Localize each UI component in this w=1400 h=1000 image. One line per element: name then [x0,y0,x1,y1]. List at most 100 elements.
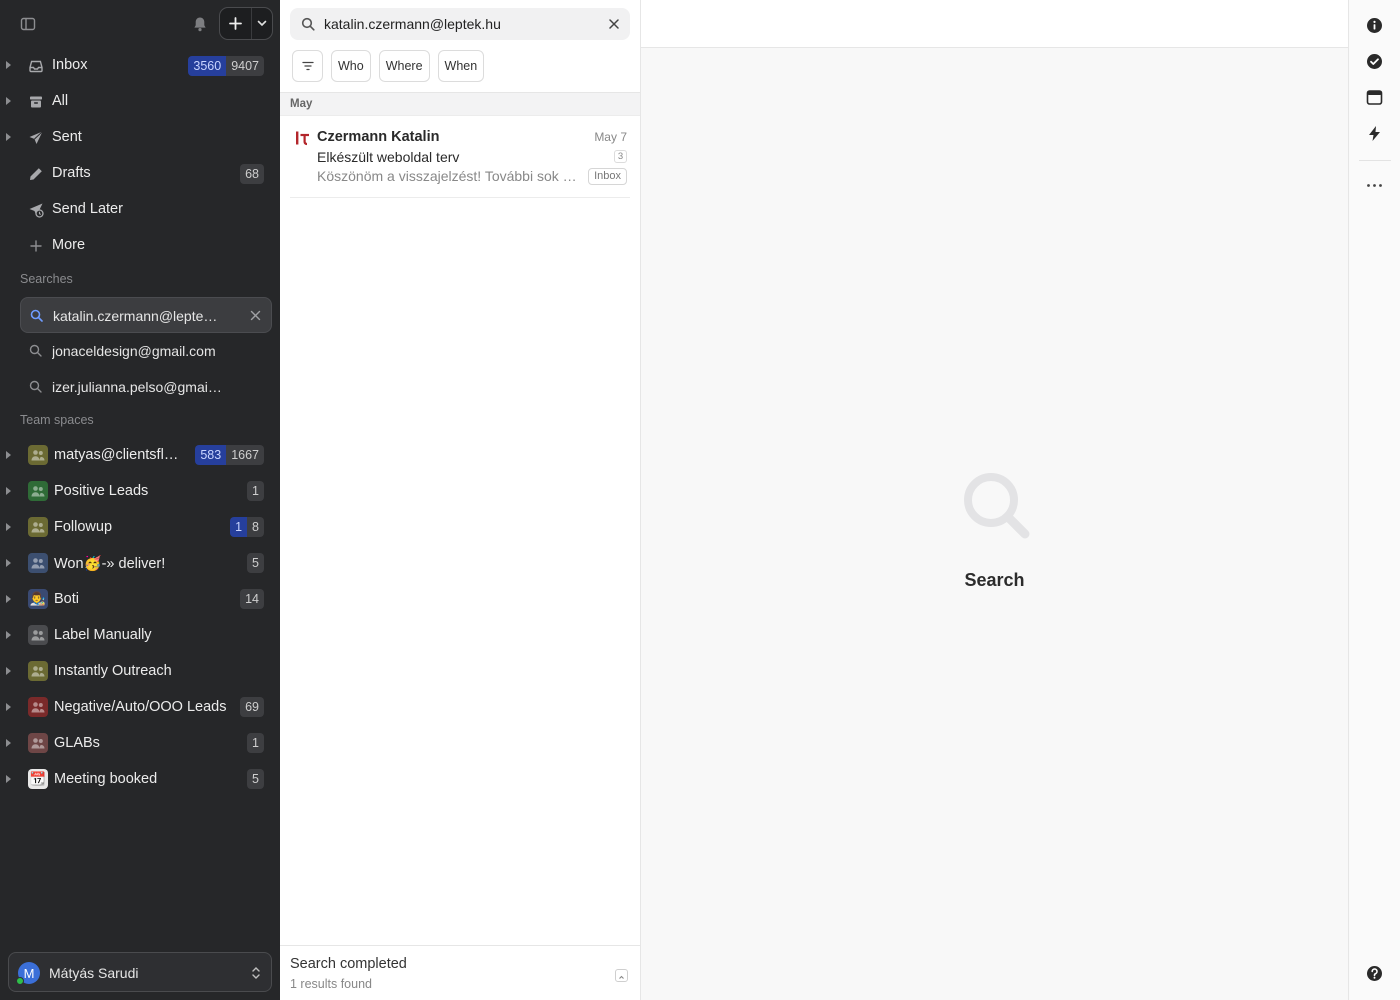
search-icon [29,344,42,357]
rail-divider [1359,160,1391,161]
team-spaces-section-title: Team spaces [20,413,94,427]
empty-state-label: Search [964,570,1025,590]
collapse-toggle-icon[interactable] [615,969,628,982]
help-icon[interactable] [1366,965,1383,982]
expand-caret-icon[interactable] [6,523,11,531]
info-icon[interactable] [1366,17,1383,34]
expand-caret-icon[interactable] [6,133,11,141]
total-count: 69 [240,697,264,717]
count-badge: 69 [240,697,264,717]
saved-search-label: jonaceldesign@gmail.com [52,343,216,359]
team-space-item[interactable]: GLABs 1 [0,725,280,761]
filter-who-button[interactable]: Who [331,50,371,82]
expand-caret-icon[interactable] [6,703,11,711]
bell-icon[interactable] [191,15,209,33]
team-space-label: GLABs [54,735,100,751]
saved-search-item[interactable]: katalin.czermann@leptek.hu [20,297,272,333]
team-space-item[interactable]: matyas@clientsflow.com 5831667 [0,437,280,473]
team-space-item[interactable]: Followup 1 8 [0,509,280,545]
expand-caret-icon[interactable] [6,775,11,783]
account-name: Mátyás Sarudi [49,965,139,981]
searches-section-title: Searches [20,272,73,286]
sidebar-item-inbox[interactable]: Inbox 3560 9407 [0,48,280,84]
chevron-down-icon[interactable] [252,8,272,39]
filter-when-button[interactable]: When [437,50,485,82]
reading-pane-toolbar [641,0,1348,48]
expand-caret-icon[interactable] [6,739,11,747]
more-options-icon[interactable] [1366,177,1383,194]
expand-caret-icon[interactable] [6,667,11,675]
count-badge: 583 1667 [195,445,264,465]
right-rail [1348,0,1400,1000]
expand-caret-icon[interactable] [6,487,11,495]
filter-options-button[interactable] [292,50,323,82]
team-emoji-avatar: 👨‍🎨 [28,589,48,609]
expand-caret-icon[interactable] [6,97,11,105]
search-bar[interactable] [290,8,630,40]
sidebar-item-sent[interactable]: Sent [0,120,280,156]
team-space-item[interactable]: Label Manually [0,617,280,653]
search-status-title: Search completed [290,956,407,972]
saved-search-item[interactable]: jonaceldesign@gmail.com [20,333,272,369]
team-space-label: Negative/Auto/OOO Leads [54,699,227,715]
saved-search-item[interactable]: izer.julianna.pelso@gmail.com [20,369,272,405]
message-subject: Elkészült weboldal terv [317,149,460,165]
sidebar-toggle-icon[interactable] [20,16,36,32]
expand-caret-icon[interactable] [6,451,11,459]
thread-count-badge: 3 [614,150,627,163]
team-space-item[interactable]: 👨‍🎨 Boti 14 [0,581,280,617]
send-icon [29,131,43,144]
search-icon [301,17,315,31]
sidebar-item-send-later[interactable]: Send Later [0,192,280,228]
lightning-icon[interactable] [1366,125,1383,142]
total-count: 1 [247,733,264,753]
expand-caret-icon[interactable] [6,559,11,567]
team-space-item[interactable]: Won🥳-» deliver! 5 [0,545,280,581]
team-space-item[interactable]: Positive Leads 1 [0,473,280,509]
calendar-icon[interactable] [1366,89,1383,106]
total-count: 1 [247,481,264,501]
team-space-item[interactable]: Negative/Auto/OOO Leads 69 [0,689,280,725]
count-badge: 68 [240,164,264,184]
team-people-icon [28,733,48,753]
expand-caret-icon[interactable] [6,61,11,69]
message-list-pane: Who Where When May Czermann Katalin May … [280,0,641,1000]
count-badge: 5 [247,769,264,789]
sidebar-item-all[interactable]: All [0,84,280,120]
compose-button[interactable] [219,7,273,40]
team-space-item[interactable]: 📆 Meeting booked 5 [0,761,280,797]
sidebar-item-label: Inbox [52,57,88,73]
search-icon [29,380,42,393]
account-switcher[interactable]: M Mátyás Sarudi [8,952,272,992]
online-status-dot [16,977,24,985]
sidebar-item-label: Drafts [52,165,91,181]
search-result-count: 1 results found [290,977,372,991]
team-space-label: matyas@clientsflow.com [54,447,182,463]
send-later-icon [29,203,44,218]
sidebar-item-drafts[interactable]: Drafts 68 [0,156,280,192]
plus-icon [30,240,42,252]
message-row[interactable]: Czermann Katalin May 7 Elkészült webolda… [290,120,630,198]
close-icon[interactable] [609,19,619,29]
total-count: 5 [247,553,264,573]
count-badge: 5 [247,553,264,573]
close-icon[interactable] [250,310,261,321]
total-count: 14 [240,589,264,609]
date-group-header: May [280,92,640,116]
search-icon [964,473,1030,539]
expand-caret-icon[interactable] [6,631,11,639]
expand-caret-icon[interactable] [6,595,11,603]
team-people-icon [28,517,48,537]
plus-icon[interactable] [220,8,252,39]
team-people-icon [28,481,48,501]
filter-icon [301,61,314,71]
team-space-item[interactable]: Instantly Outreach [0,653,280,689]
team-emoji-avatar: 📆 [28,769,48,789]
total-count: 8 [247,517,264,537]
sidebar-item-more[interactable]: More [0,228,280,264]
message-date: May 7 [594,130,627,144]
filter-where-button[interactable]: Where [378,50,430,82]
search-input[interactable] [324,13,594,35]
check-circle-icon[interactable] [1366,53,1383,70]
sidebar-toolbar [0,0,280,48]
